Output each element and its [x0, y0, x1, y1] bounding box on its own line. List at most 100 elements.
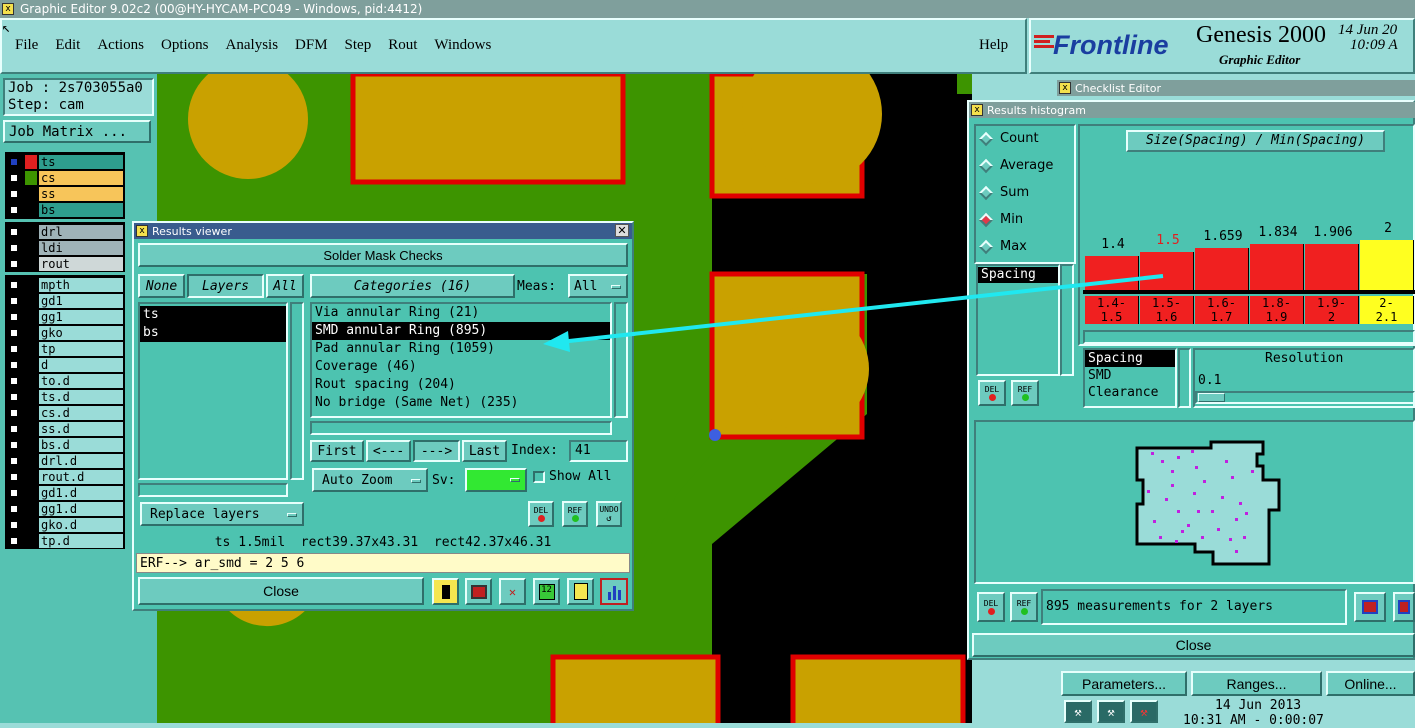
layer-select-list[interactable]: ts bs: [138, 302, 288, 480]
layer-row[interactable]: gd1: [7, 293, 123, 308]
layer-checkbox[interactable]: [9, 391, 19, 402]
menu-step[interactable]: Step: [345, 37, 372, 54]
layer-checkbox[interactable]: [9, 519, 19, 530]
layer-checkbox[interactable]: [9, 188, 19, 199]
meas-dropdown[interactable]: All: [568, 274, 628, 298]
undo-button[interactable]: UNDO ↺: [596, 501, 622, 527]
layer-row[interactable]: gd1.d: [7, 485, 123, 500]
show-all-checkbox[interactable]: [533, 471, 545, 483]
stat-radio-min[interactable]: Min: [978, 212, 1023, 227]
histogram-icon[interactable]: [600, 578, 628, 605]
zoom-to-icon[interactable]: [1354, 592, 1386, 622]
layers-button[interactable]: Layers: [187, 274, 264, 298]
last-button[interactable]: Last: [462, 440, 507, 462]
histogram-bin-label[interactable]: 1.4- 1.5: [1085, 296, 1139, 324]
category-item[interactable]: No bridge (Same Net) (235): [312, 394, 610, 412]
layer-checkbox[interactable]: [9, 242, 19, 253]
histogram-bar[interactable]: [1085, 256, 1139, 290]
histogram-ref-button[interactable]: REF: [1011, 380, 1039, 406]
layer-checkbox[interactable]: [9, 295, 19, 306]
results-viewer-close-button[interactable]: Close: [138, 577, 424, 605]
histogram-hscrollbar[interactable]: [1083, 330, 1415, 344]
tool-icon-2[interactable]: ⚒: [1097, 700, 1125, 723]
histogram-bar[interactable]: [1305, 244, 1359, 290]
field-list[interactable]: Spacing: [976, 264, 1060, 376]
layer-row[interactable]: tp: [7, 341, 123, 356]
ranges-button[interactable]: Ranges...: [1191, 671, 1322, 696]
tool-icon-3[interactable]: ⚒: [1130, 700, 1158, 723]
category-item[interactable]: Via annular Ring (21): [312, 304, 610, 322]
menu-edit[interactable]: Edit: [55, 37, 80, 54]
resolution-slider[interactable]: [1195, 391, 1415, 404]
clear-ref-icon[interactable]: ✕: [499, 578, 526, 605]
category-item[interactable]: Coverage (46): [312, 358, 610, 376]
menu-options[interactable]: Options: [161, 37, 209, 54]
layer-checkbox[interactable]: [9, 471, 19, 482]
parameters-button[interactable]: Parameters...: [1061, 671, 1187, 696]
menu-file[interactable]: File: [15, 37, 38, 54]
histogram-bar[interactable]: [1195, 248, 1249, 290]
slider-thumb[interactable]: [1198, 393, 1225, 402]
menu-help[interactable]: Help: [979, 37, 1008, 54]
categories-button[interactable]: Categories (16): [310, 274, 515, 298]
menu-rout[interactable]: Rout: [388, 37, 417, 54]
close-icon[interactable]: ✕: [615, 224, 629, 237]
none-button[interactable]: None: [138, 274, 185, 298]
report-icon[interactable]: [567, 578, 594, 605]
histogram-bin-label[interactable]: 1.8- 1.9: [1250, 296, 1304, 324]
stat-radio-sum[interactable]: Sum: [978, 185, 1029, 200]
stat-radio-average[interactable]: Average: [978, 158, 1053, 173]
layer-row[interactable]: drl.d: [7, 453, 123, 468]
layer-checkbox[interactable]: [9, 204, 19, 215]
list-item[interactable]: Clearance: [1085, 384, 1175, 401]
layer-checkbox[interactable]: [9, 311, 19, 322]
category-field-scrollbar[interactable]: [1178, 348, 1191, 408]
histogram-close-button[interactable]: Close: [972, 633, 1415, 657]
layer-checkbox[interactable]: [9, 535, 19, 546]
layer-row[interactable]: d: [7, 357, 123, 372]
histogram-del-button[interactable]: DEL: [978, 380, 1006, 406]
histogram-bar[interactable]: [1250, 244, 1304, 290]
layer-row[interactable]: ts: [7, 154, 123, 169]
layer-checkbox[interactable]: [9, 407, 19, 418]
layer-row[interactable]: cs.d: [7, 405, 123, 420]
layer-row[interactable]: ldi: [7, 240, 123, 255]
layer-list-hscrollbar[interactable]: [138, 483, 288, 497]
stat-radio-max[interactable]: Max: [978, 239, 1027, 254]
list-item[interactable]: Spacing: [1085, 350, 1175, 367]
layer-row[interactable]: gg1: [7, 309, 123, 324]
layer-row[interactable]: bs.d: [7, 437, 123, 452]
map-del-button[interactable]: DEL: [977, 592, 1005, 622]
layer-checkbox[interactable]: [9, 156, 19, 167]
layer-row[interactable]: bs: [7, 202, 123, 217]
layer-row[interactable]: gko.d: [7, 517, 123, 532]
layer-checkbox[interactable]: [9, 172, 19, 183]
tool-icon-1[interactable]: ⚒: [1064, 700, 1092, 723]
replace-layers-dropdown[interactable]: Replace layers: [140, 502, 304, 526]
sv-color-dropdown[interactable]: [465, 468, 527, 492]
category-field-list[interactable]: Spacing SMD Clearance: [1083, 348, 1177, 408]
field-list-scrollbar[interactable]: [1060, 264, 1074, 376]
list-item[interactable]: Spacing: [978, 267, 1058, 283]
layer-checkbox[interactable]: [9, 375, 19, 386]
layer-checkbox[interactable]: [9, 226, 19, 237]
histogram-bin-label[interactable]: 1.6- 1.7: [1195, 296, 1249, 324]
all-layers-button[interactable]: All: [266, 274, 304, 298]
layer-row[interactable]: rout: [7, 256, 123, 271]
first-button[interactable]: First: [310, 440, 364, 462]
layer-toggle-icon[interactable]: [432, 578, 459, 605]
one-two-icon[interactable]: 12: [533, 578, 560, 605]
auto-zoom-dropdown[interactable]: Auto Zoom: [312, 468, 428, 492]
prev-button[interactable]: <---: [366, 440, 411, 462]
histogram-bin-label[interactable]: 2- 2.1: [1360, 296, 1414, 324]
job-matrix-button[interactable]: Job Matrix ...: [3, 120, 151, 143]
layer-row[interactable]: to.d: [7, 373, 123, 388]
category-item[interactable]: Pad annular Ring (1059): [312, 340, 610, 358]
layer-checkbox[interactable]: [9, 343, 19, 354]
histogram-bin-label[interactable]: 1.9- 2: [1305, 296, 1359, 324]
layer-checkbox[interactable]: [9, 455, 19, 466]
layer-list-scrollbar[interactable]: [290, 302, 304, 480]
menu-analysis[interactable]: Analysis: [226, 37, 279, 54]
layer-row[interactable]: ss: [7, 186, 123, 201]
layer-checkbox[interactable]: [9, 487, 19, 498]
